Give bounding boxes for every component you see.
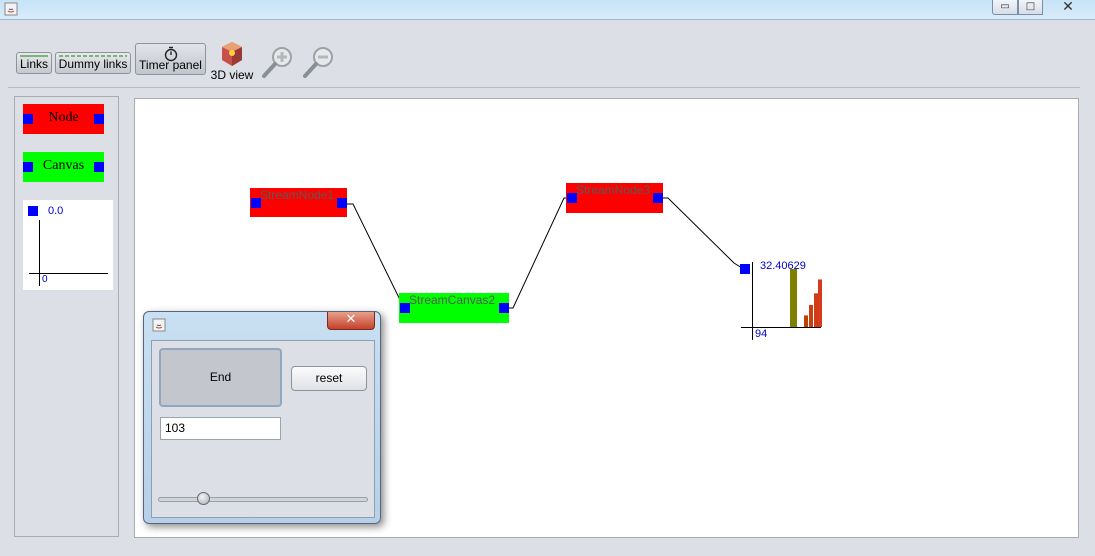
stream-canvas-2-label: StreamCanvas2 — [409, 293, 496, 307]
chart-bar — [818, 279, 822, 327]
palette-canvas-label: Canvas — [42, 158, 85, 173]
timer-slider-track[interactable] — [158, 497, 368, 502]
input-port[interactable] — [567, 193, 577, 203]
timer-panel-button[interactable]: Timer panel — [135, 43, 206, 75]
window-title-bar: ▭ □ ✕ — [0, 0, 1095, 20]
chart-bar — [809, 304, 813, 327]
link-node1-canvas2 — [343, 203, 405, 309]
minimize-button[interactable]: ▭ — [992, 0, 1018, 15]
link-node3-chart — [658, 197, 743, 269]
output-port[interactable] — [499, 303, 509, 313]
chart-x-axis — [29, 273, 108, 274]
3d-view-button[interactable]: 3D view — [208, 40, 256, 86]
timer-slider-thumb[interactable] — [197, 492, 211, 505]
stream-node-3-label: StreamNode3 — [576, 183, 651, 197]
output-port[interactable] — [653, 193, 663, 203]
toolbar: Links Dummy links Timer panel 3D view — [8, 36, 1080, 88]
link-canvas2-node3 — [503, 197, 571, 309]
palette-node-item[interactable]: Node — [23, 104, 104, 134]
timer-value-field[interactable]: 103 — [160, 417, 281, 440]
dummy-links-toggle-button[interactable]: Dummy links — [55, 52, 131, 74]
java-app-icon — [4, 2, 18, 16]
chart-bars — [790, 269, 822, 327]
chart-bar — [790, 269, 797, 327]
timer-dialog-body: End reset 103 — [151, 340, 375, 518]
end-button[interactable]: End — [159, 348, 282, 407]
input-port — [23, 162, 33, 172]
stream-node-3[interactable]: StreamNode3 — [566, 183, 663, 213]
reset-button[interactable]: reset — [291, 366, 367, 391]
output-port[interactable] — [337, 198, 347, 208]
palette-canvas-item[interactable]: Canvas — [23, 152, 104, 182]
chart-bar — [804, 315, 808, 327]
palette-chart-axis-label: 0 — [42, 274, 48, 285]
chart-node[interactable]: 32.40629 94 — [738, 257, 828, 342]
chart-bar — [814, 293, 818, 327]
input-port — [23, 114, 33, 124]
stream-node-1-label: StreamNode1 — [260, 188, 335, 202]
chart-y-axis — [39, 220, 40, 286]
links-toggle-button[interactable]: Links — [16, 52, 52, 74]
close-window-button[interactable]: ✕ — [1043, 0, 1093, 15]
3d-cube-icon — [222, 42, 242, 66]
input-port[interactable] — [400, 303, 410, 313]
palette-chart-value: 0.0 — [48, 205, 64, 217]
links-label: Links — [19, 57, 48, 71]
palette-node-label: Node — [48, 110, 79, 125]
maximize-button[interactable]: □ — [1018, 0, 1043, 15]
3d-view-label: 3D view — [210, 68, 254, 82]
output-port — [94, 162, 104, 172]
component-palette: Node Canvas 0.0 0 — [14, 96, 119, 537]
java-app-icon — [152, 318, 166, 332]
stream-canvas-2[interactable]: StreamCanvas2 — [399, 293, 509, 323]
input-port[interactable] — [251, 198, 261, 208]
timer-panel-label: Timer panel — [139, 58, 202, 72]
dummy-links-label: Dummy links — [58, 57, 128, 71]
palette-chart-item[interactable]: 0.0 0 — [23, 200, 113, 290]
zoom-out-icon[interactable] — [301, 44, 337, 80]
output-port — [94, 114, 104, 124]
timer-dialog: ✕ End reset 103 — [143, 311, 381, 524]
zoom-in-icon[interactable] — [260, 44, 296, 80]
dialog-close-button[interactable]: ✕ — [327, 312, 375, 330]
stream-node-1[interactable]: StreamNode1 — [250, 188, 347, 217]
input-port — [28, 206, 38, 216]
